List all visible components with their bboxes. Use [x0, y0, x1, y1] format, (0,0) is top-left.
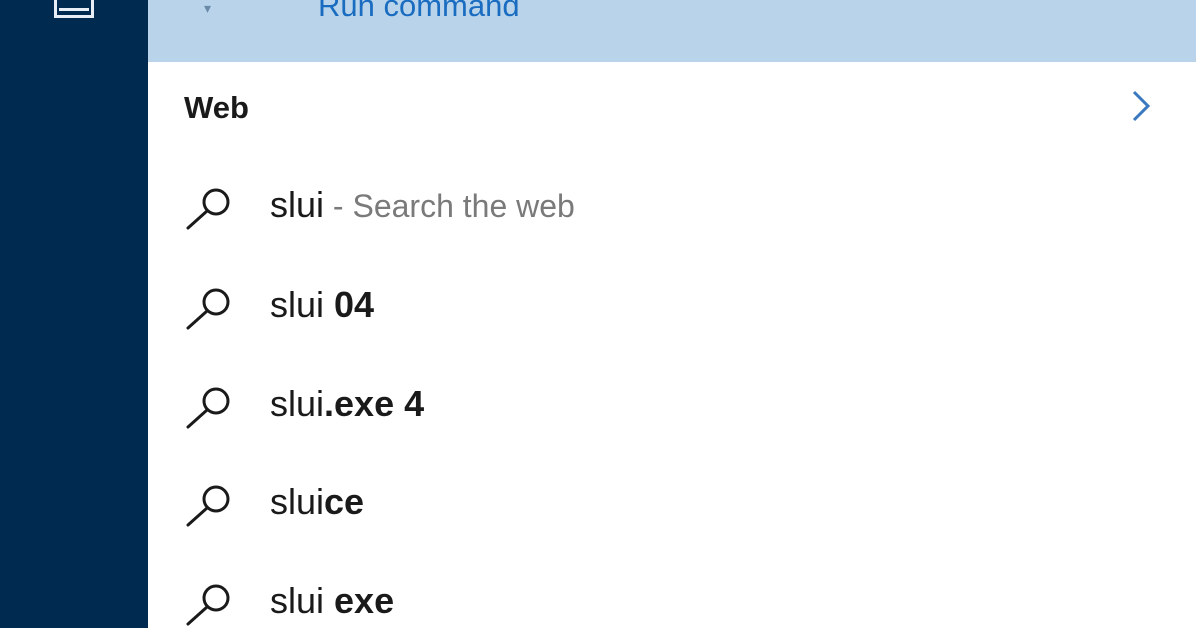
web-section-header: Web [184, 84, 1164, 128]
result-query: slui [270, 580, 335, 621]
result-completion: .exe 4 [324, 383, 425, 424]
search-icon [186, 485, 230, 527]
web-result-item[interactable]: slui exe [148, 552, 1196, 628]
result-query: slui [270, 383, 325, 424]
result-text: slui - Search the web [270, 182, 575, 229]
search-icon [186, 288, 230, 330]
result-completion: exe [334, 580, 395, 621]
chevron-right-icon[interactable] [1126, 88, 1156, 124]
result-text: slui 04 [270, 282, 374, 329]
result-query: slui [270, 481, 325, 522]
search-icon [186, 387, 230, 429]
web-result-item[interactable]: slui.exe 4 [148, 355, 1196, 451]
start-left-rail [0, 0, 148, 628]
web-result-item[interactable]: slui 04 [148, 256, 1196, 352]
window-icon[interactable] [54, 0, 94, 18]
search-icon [186, 584, 230, 626]
result-query: slui [270, 284, 335, 325]
result-text: sluice [270, 479, 364, 526]
search-results-panel: ▾ Run command Web slui - Search the web … [148, 0, 1196, 628]
web-result-item[interactable]: slui - Search the web [148, 156, 1196, 252]
result-text: slui exe [270, 578, 394, 625]
app-icon: ▾ [204, 0, 212, 16]
search-icon [186, 188, 230, 230]
best-match-run-command[interactable]: ▾ Run command [148, 0, 1196, 62]
result-completion: ce [324, 481, 365, 522]
web-result-item[interactable]: sluice [148, 453, 1196, 549]
result-text: slui.exe 4 [270, 381, 424, 428]
result-completion: 04 [334, 284, 375, 325]
web-section-title: Web [184, 90, 249, 125]
best-match-label: Run command [318, 0, 520, 23]
result-query: slui [270, 184, 325, 225]
result-suffix: - Search the web [324, 188, 575, 224]
search-results-window: ▾ Run command Web slui - Search the web … [0, 0, 1196, 628]
